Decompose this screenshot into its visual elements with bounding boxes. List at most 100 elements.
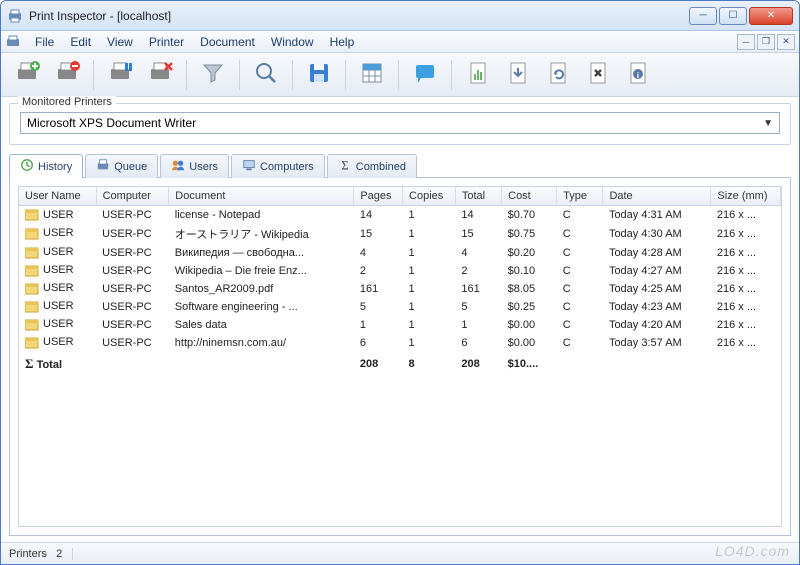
search-icon bbox=[253, 60, 279, 89]
table-row[interactable]: USERUSER-PCWikipedia – Die freie Enz...2… bbox=[19, 262, 781, 280]
document-icon bbox=[25, 336, 43, 348]
cell-document: Wikipedia – Die freie Enz... bbox=[169, 262, 354, 280]
cell-copies: 1 bbox=[403, 262, 456, 280]
cell-size: 216 x ... bbox=[711, 244, 781, 262]
status-label: Printers bbox=[9, 548, 47, 560]
toolbar-separator bbox=[292, 60, 293, 90]
cell-copies: 1 bbox=[403, 298, 456, 316]
cell-total: 4 bbox=[455, 244, 501, 262]
column-header[interactable]: Date bbox=[603, 187, 711, 206]
tab-combined[interactable]: ΣCombined bbox=[327, 154, 417, 178]
table-wrap: User NameComputerDocumentPagesCopiesTota… bbox=[18, 186, 782, 527]
cell-pages: 15 bbox=[354, 224, 403, 244]
cell-user: USER bbox=[43, 227, 74, 239]
mdi-close-button[interactable]: ✕ bbox=[777, 34, 795, 50]
titlebar: Print Inspector - [localhost] ─ ☐ ✕ bbox=[1, 1, 799, 31]
info-icon: i bbox=[625, 60, 651, 89]
table-row[interactable]: USERUSER-PClicense - Notepad14114$0.70CT… bbox=[19, 206, 781, 224]
maximize-button[interactable]: ☐ bbox=[719, 7, 747, 25]
minimize-button[interactable]: ─ bbox=[689, 7, 717, 25]
download-button[interactable] bbox=[500, 57, 536, 93]
table-row[interactable]: USERUSER-PCSales data111$0.00CToday 4:20… bbox=[19, 316, 781, 334]
search-button[interactable] bbox=[248, 57, 284, 93]
cell-type: C bbox=[557, 280, 603, 298]
column-header[interactable]: User Name bbox=[19, 187, 96, 206]
refresh-icon bbox=[545, 60, 571, 89]
cell-type: C bbox=[557, 206, 603, 224]
cell-total: 15 bbox=[455, 224, 501, 244]
menu-printer[interactable]: Printer bbox=[141, 33, 192, 51]
cell-date: Today 4:28 AM bbox=[603, 244, 711, 262]
table-button[interactable] bbox=[354, 57, 390, 93]
cell-size: 216 x ... bbox=[711, 262, 781, 280]
tab-computers[interactable]: Computers bbox=[231, 154, 325, 178]
cell-computer: USER-PC bbox=[96, 334, 169, 352]
cell-cost: $0.75 bbox=[502, 224, 557, 244]
close-button[interactable]: ✕ bbox=[749, 7, 793, 25]
cell-pages: 6 bbox=[354, 334, 403, 352]
tab-history[interactable]: History bbox=[9, 154, 83, 178]
mdi-minimize-button[interactable]: ─ bbox=[737, 34, 755, 50]
cell-type: C bbox=[557, 316, 603, 334]
column-header[interactable]: Copies bbox=[403, 187, 456, 206]
column-header[interactable]: Type bbox=[557, 187, 603, 206]
cell-user: USER bbox=[43, 209, 74, 221]
table-row[interactable]: USERUSER-PCSoftware engineering - ...515… bbox=[19, 298, 781, 316]
save-button[interactable] bbox=[301, 57, 337, 93]
chat-button[interactable] bbox=[407, 57, 443, 93]
cell-cost: $0.10 bbox=[502, 262, 557, 280]
column-header[interactable]: Size (mm) bbox=[711, 187, 781, 206]
cell-size: 216 x ... bbox=[711, 298, 781, 316]
cell-pages: 1 bbox=[354, 316, 403, 334]
column-header[interactable]: Total bbox=[455, 187, 501, 206]
report-button[interactable] bbox=[460, 57, 496, 93]
history-panel: User NameComputerDocumentPagesCopiesTota… bbox=[9, 177, 791, 536]
window-title: Print Inspector - [localhost] bbox=[29, 9, 689, 23]
menu-document[interactable]: Document bbox=[192, 33, 263, 51]
tab-label: Combined bbox=[356, 161, 406, 173]
column-header[interactable]: Cost bbox=[502, 187, 557, 206]
table-row[interactable]: USERUSER-PCВикипедия — свободна...414$0.… bbox=[19, 244, 781, 262]
table-row[interactable]: USERUSER-PChttp://ninemsn.com.au/616$0.0… bbox=[19, 334, 781, 352]
cell-date: Today 4:23 AM bbox=[603, 298, 711, 316]
tab-queue[interactable]: Queue bbox=[85, 154, 158, 178]
mdi-restore-button[interactable]: ❐ bbox=[757, 34, 775, 50]
table-row[interactable]: USERUSER-PCSantos_AR2009.pdf1611161$8.05… bbox=[19, 280, 781, 298]
cell-copies: 1 bbox=[403, 334, 456, 352]
filter-icon bbox=[200, 60, 226, 89]
column-header[interactable]: Document bbox=[169, 187, 354, 206]
info-button[interactable]: i bbox=[620, 57, 656, 93]
cell-date: Today 4:30 AM bbox=[603, 224, 711, 244]
toolbar-separator bbox=[398, 60, 399, 90]
document-icon bbox=[25, 227, 43, 239]
filter-button[interactable] bbox=[195, 57, 231, 93]
cell-type: C bbox=[557, 224, 603, 244]
cell-total: 2 bbox=[455, 262, 501, 280]
total-row: Σ Total2088208$10.... bbox=[19, 352, 781, 374]
printer-pause-button[interactable] bbox=[102, 57, 138, 93]
menu-file[interactable]: File bbox=[27, 33, 62, 51]
menu-help[interactable]: Help bbox=[322, 33, 363, 51]
refresh-button[interactable] bbox=[540, 57, 576, 93]
document-icon bbox=[25, 209, 43, 221]
tab-users[interactable]: Users bbox=[160, 154, 229, 178]
cell-type: C bbox=[557, 334, 603, 352]
printer-select[interactable]: Microsoft XPS Document Writer ▼ bbox=[20, 112, 780, 134]
column-header[interactable]: Pages bbox=[354, 187, 403, 206]
table-row[interactable]: USERUSER-PCオーストラリア - Wikipedia15115$0.75… bbox=[19, 224, 781, 244]
printer-remove-icon bbox=[54, 60, 80, 89]
printer-remove-button[interactable] bbox=[49, 57, 85, 93]
cell-document: オーストラリア - Wikipedia bbox=[169, 224, 354, 244]
column-header[interactable]: Computer bbox=[96, 187, 169, 206]
menu-view[interactable]: View bbox=[99, 33, 141, 51]
chevron-down-icon: ▼ bbox=[763, 118, 773, 129]
report-icon bbox=[465, 60, 491, 89]
toolbar: i bbox=[1, 53, 799, 97]
menu-edit[interactable]: Edit bbox=[62, 33, 99, 51]
printer-delete-button[interactable] bbox=[142, 57, 178, 93]
menu-window[interactable]: Window bbox=[263, 33, 322, 51]
app-icon bbox=[7, 8, 23, 24]
cell-computer: USER-PC bbox=[96, 280, 169, 298]
printer-add-button[interactable] bbox=[9, 57, 45, 93]
delete-button[interactable] bbox=[580, 57, 616, 93]
